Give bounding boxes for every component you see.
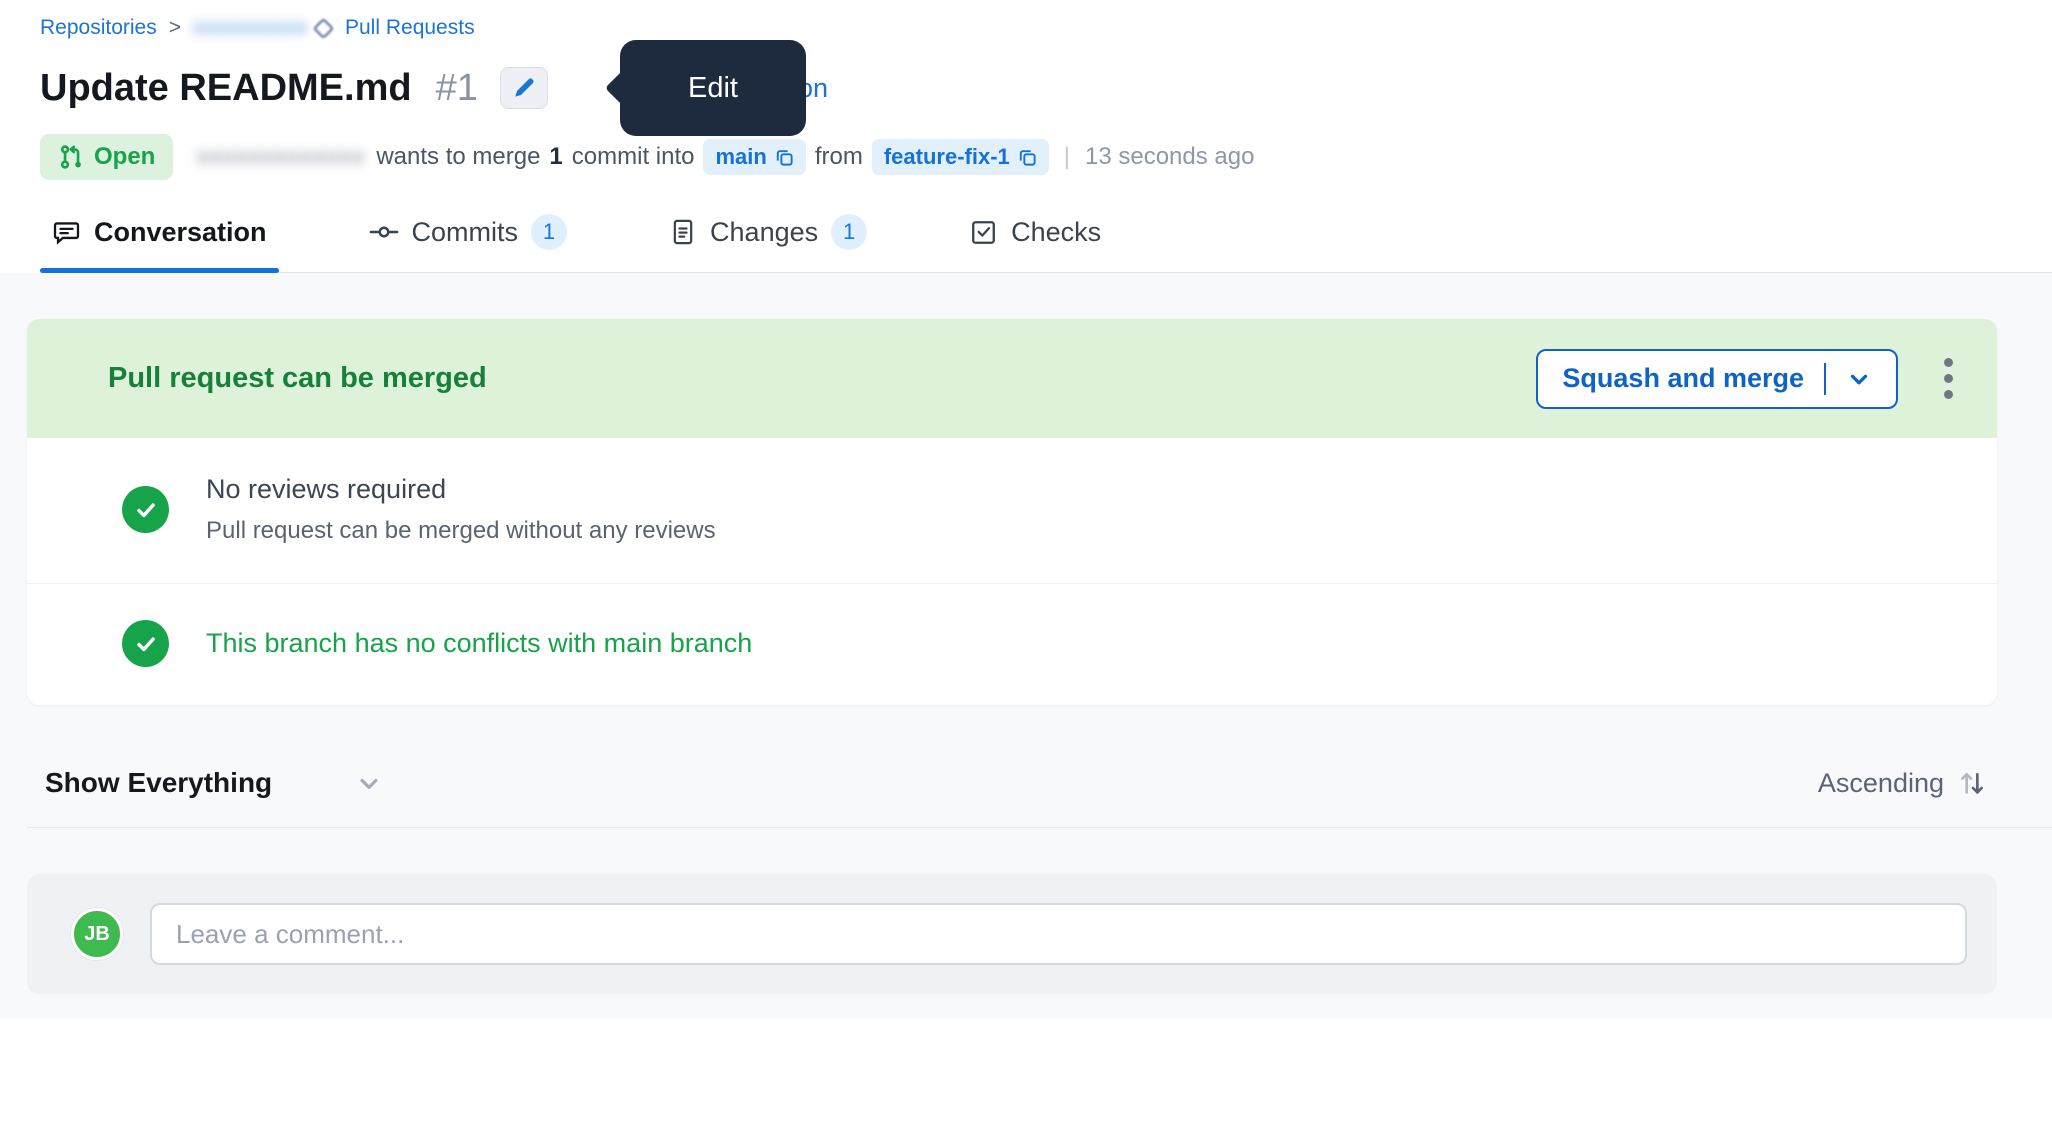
pr-meta-row: Open xxxxxxxxxxxxx wants to merge 1 comm… [40,134,2052,180]
timeline-filter-dropdown[interactable] [354,768,384,798]
base-branch-label: main [715,144,766,170]
pencil-icon [511,75,537,101]
timeline-controls: Show Everything Ascending [45,767,1988,799]
tab-checks[interactable]: Checks [957,214,1113,272]
button-divider [1824,363,1826,395]
repo-visibility-icon [313,17,334,38]
tab-commits[interactable]: Commits 1 [357,214,580,272]
commit-count: 1 [549,143,562,171]
comment-input[interactable] [150,903,1967,965]
copy-branch-icon[interactable] [775,148,794,167]
status-badge-label: Open [94,143,155,171]
edit-tooltip-label: Edit [688,72,738,105]
breadcrumb: Repositories > xxxxxxxxxx Pull Requests [40,16,2052,40]
timeline-sort-button[interactable]: Ascending [1818,767,1988,799]
changes-file-icon [669,218,697,246]
comment-box: JB [27,874,1997,994]
merge-options-chevron-icon[interactable] [1846,366,1872,392]
breadcrumb-repositories-link[interactable]: Repositories [40,16,157,40]
breadcrumb-separator: > [169,16,181,40]
from-label: from [815,143,863,171]
tab-changes-label: Changes [710,217,818,248]
merge-text-pre: wants to merge [376,143,540,171]
merge-more-options-button[interactable] [1938,352,1959,405]
review-status-text: No reviews required Pull request can be … [206,474,716,545]
title-row: Update README.md #1 Add description [40,60,2052,116]
copy-branch-icon[interactable] [1018,148,1037,167]
pr-tabs: Conversation Commits 1 Changes 1 [40,214,2052,273]
checks-icon [969,218,998,247]
tab-conversation[interactable]: Conversation [40,214,279,272]
conflict-status-row: This branch has no conflicts with main b… [27,584,1997,705]
pr-title: Update README.md [40,67,412,110]
timeline-sort-label: Ascending [1818,768,1944,799]
check-circle-icon [122,620,169,667]
head-branch-chip[interactable]: feature-fix-1 [872,139,1049,175]
timeline-filter-label: Show Everything [45,767,272,799]
tab-conversation-label: Conversation [94,217,267,248]
edit-title-button[interactable] [500,67,548,109]
tab-checks-label: Checks [1011,217,1101,248]
sort-arrows-icon [1956,767,1988,799]
tab-commits-label: Commits [412,217,519,248]
merge-status-card: Pull request can be merged Squash and me… [27,319,1997,705]
pr-header: Repositories > xxxxxxxxxx Pull Requests … [0,0,2052,273]
merge-panel-header: Pull request can be merged Squash and me… [27,319,1997,438]
created-timestamp: 13 seconds ago [1085,143,1254,171]
commits-icon [369,217,399,247]
review-status-title: No reviews required [206,474,716,505]
squash-and-merge-label: Squash and merge [1562,363,1804,394]
edit-tooltip: Edit [620,40,806,136]
review-status-description: Pull request can be merged without any r… [206,517,716,545]
check-circle-icon [122,486,169,533]
breadcrumb-pull-requests-link[interactable]: Pull Requests [345,16,475,40]
merge-text-mid: commit into [572,143,695,171]
author-name-redacted: xxxxxxxxxxxxx [196,143,365,171]
head-branch-label: feature-fix-1 [884,144,1010,170]
commits-count-badge: 1 [531,214,567,250]
pull-request-icon [58,144,84,170]
merge-actions: Squash and merge [1536,349,1959,409]
conflict-status-title: This branch has no conflicts with main b… [206,628,752,659]
meta-separator: | [1064,143,1070,171]
tab-changes[interactable]: Changes 1 [657,214,879,272]
review-status-row: No reviews required Pull request can be … [27,438,1997,583]
merge-panel-title: Pull request can be merged [108,362,487,395]
changes-count-badge: 1 [831,214,867,250]
timeline-divider [27,827,2052,828]
pr-conversation-panel: Pull request can be merged Squash and me… [0,273,2052,1019]
conversation-icon [52,218,81,247]
status-badge: Open [40,134,173,180]
pr-number: #1 [436,67,478,110]
squash-and-merge-button[interactable]: Squash and merge [1536,349,1898,409]
base-branch-chip[interactable]: main [703,139,805,175]
breadcrumb-repo-link-redacted[interactable]: xxxxxxxxxx [193,16,308,40]
avatar: JB [71,908,123,960]
